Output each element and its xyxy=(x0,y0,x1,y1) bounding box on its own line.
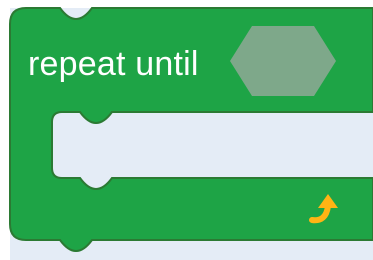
statement-input-slot[interactable] xyxy=(52,112,373,178)
block-label: repeat until xyxy=(28,45,199,83)
blocks-workspace: repeat until xyxy=(0,0,373,260)
hexagon-slot-shape xyxy=(230,26,336,96)
condition-input-slot[interactable] xyxy=(230,26,336,96)
loop-arrow-icon xyxy=(304,190,344,230)
